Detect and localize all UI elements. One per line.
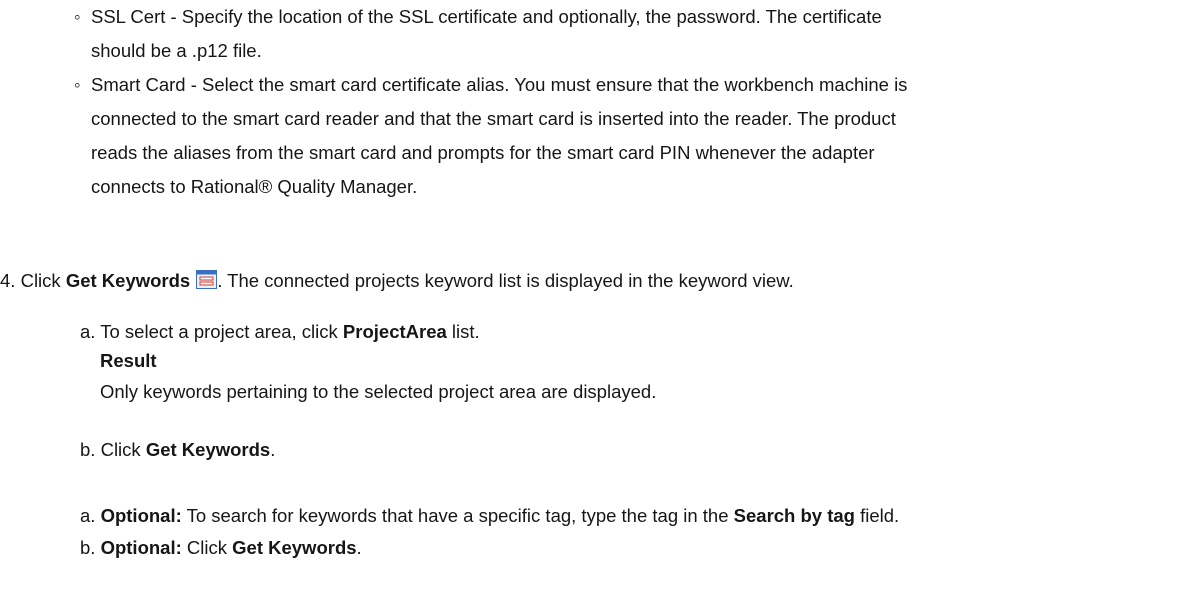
bullet-line: connects to Rational® Quality Manager. <box>91 176 418 197</box>
get-keywords-label: Get Keywords <box>65 270 191 291</box>
documentation-page: ◦ SSL Cert - Specify the location of the… <box>0 0 1184 601</box>
bullet-line: Smart Card - Select the smart card certi… <box>91 74 908 95</box>
get-keywords-label: Get Keywords <box>145 439 271 460</box>
bullet-marker: ◦ <box>74 74 81 95</box>
substep-text: To select a project area, click <box>100 321 343 342</box>
keywords-window-icon <box>196 267 218 289</box>
optional-label: Optional: <box>100 537 182 558</box>
bullet-line: SSL Cert - Specify the location of the S… <box>91 6 882 27</box>
bullet-line: should be a .p12 file. <box>91 40 262 61</box>
substep-letter: b. <box>80 439 96 460</box>
step-4: 4. Click Get Keywords . The connected pr… <box>0 265 1180 297</box>
search-by-tag-label: Search by tag <box>733 505 855 526</box>
substep-a-project-area: a. To select a project area, click Proje… <box>80 316 1170 348</box>
substep-text: Click <box>100 439 146 460</box>
bullet-line: reads the aliases from the smart card an… <box>91 142 875 163</box>
result-text: Only keywords pertaining to the selected… <box>100 376 1184 408</box>
substep-text: list. <box>446 321 480 342</box>
result-heading: Result <box>100 345 1184 377</box>
list-item-smart-card: ◦ Smart Card - Select the smart card cer… <box>74 68 1154 204</box>
bullet-line: connected to the smart card reader and t… <box>91 108 896 129</box>
substep-text: To search for keywords that have a speci… <box>181 505 734 526</box>
bullet-marker: ◦ <box>74 6 81 27</box>
substep-b-optional-get-keywords: b. Optional: Click Get Keywords. <box>80 532 1170 564</box>
substep-letter: a. <box>80 321 96 342</box>
substep-letter: b. <box>80 537 96 558</box>
result-label: Result <box>100 350 157 371</box>
substep-text: . <box>356 537 362 558</box>
substep-letter: a. <box>80 505 96 526</box>
optional-label: Optional: <box>100 505 182 526</box>
step-number: 4. <box>0 270 16 291</box>
step-text-post: . The connected projects keyword list is… <box>217 270 794 291</box>
substep-text: . <box>270 439 276 460</box>
substep-text: field. <box>854 505 900 526</box>
list-item-ssl-cert: ◦ SSL Cert - Specify the location of the… <box>74 0 1154 68</box>
projectarea-label: ProjectArea <box>342 321 447 342</box>
get-keywords-label: Get Keywords <box>232 537 357 558</box>
step-text-pre: Click <box>20 270 66 291</box>
result-description: Only keywords pertaining to the selected… <box>100 381 657 402</box>
substep-b-get-keywords: b. Click Get Keywords. <box>80 434 1170 466</box>
substep-text: Click <box>181 537 233 558</box>
substep-a-optional-search: a. Optional: To search for keywords that… <box>80 500 1170 532</box>
